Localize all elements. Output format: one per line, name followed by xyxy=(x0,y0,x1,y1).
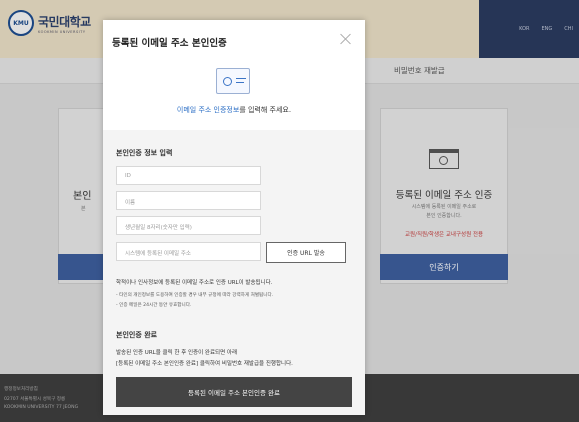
close-icon[interactable] xyxy=(338,32,354,48)
birthdate-input[interactable]: 생년월일 8자리(숫자만 입력) xyxy=(116,216,261,235)
complete-line-1: 발송된 인증 URL을 클릭 한 후 인증이 완료되면 아래 xyxy=(116,350,238,356)
complete-line-2: [등록된 이메일 주소 본인인증 완료] 클릭하여 비밀번호 재발급을 진행합니… xyxy=(116,361,293,367)
info-note-2: - 인증 메일은 24시간 동안 유효합니다. xyxy=(116,303,192,308)
intro-highlight: 이메일 주소 인증정보 xyxy=(176,106,240,114)
info-main: 학적이나 인사정보에 등록된 이메일 주소로 인증 URL이 발송됩니다. xyxy=(116,280,273,286)
section-complete-title: 본인인증 완료 xyxy=(116,331,158,339)
email-auth-modal: 등록된 이메일 주소 본인인증 이메일 주소 인증정보를 입력해 주세요. 본인… xyxy=(103,20,365,415)
send-auth-url-button[interactable]: 인증 URL 발송 xyxy=(266,242,346,263)
name-input[interactable]: 이름 xyxy=(116,191,261,210)
modal-title: 등록된 이메일 주소 본인인증 xyxy=(112,38,227,49)
intro-message: 이메일 주소 인증정보를 입력해 주세요. xyxy=(103,105,365,115)
id-card-icon xyxy=(216,68,250,94)
section-info-title: 본인인증 정보 입력 xyxy=(116,149,173,157)
auth-complete-button[interactable]: 등록된 이메일 주소 본인인증 완료 xyxy=(116,377,352,407)
info-note-1: - 타인의 개인정보를 도용하여 인증할 경우 내부 규정에 따라 강력하게 처… xyxy=(116,293,274,298)
intro-rest: 를 입력해 주세요. xyxy=(239,106,292,114)
email-input[interactable]: 시스템에 등록된 이메일 주소 xyxy=(116,242,261,261)
modal-intro: 이메일 주소 인증정보를 입력해 주세요. xyxy=(103,58,365,128)
id-input[interactable]: ID xyxy=(116,166,261,185)
